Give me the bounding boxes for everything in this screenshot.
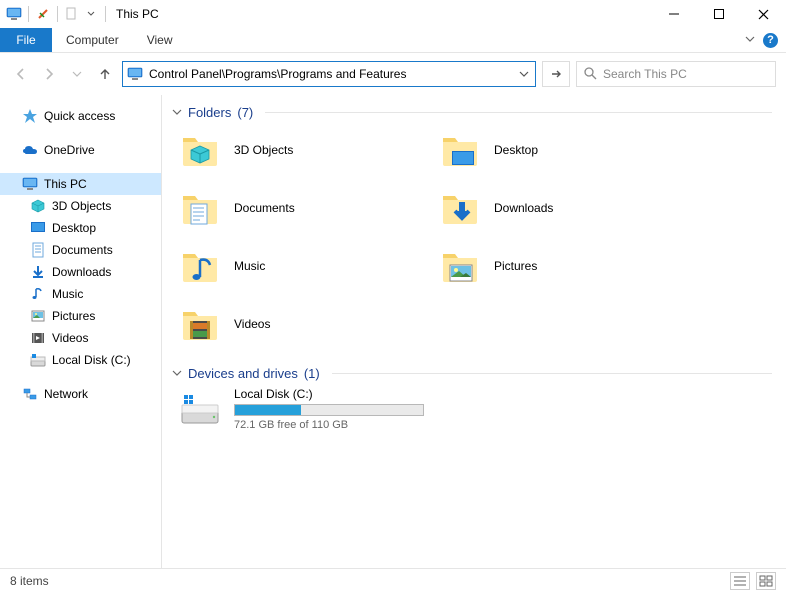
folder-3d-objects[interactable]: 3D Objects [178,126,438,174]
nav-downloads[interactable]: Downloads [0,261,161,283]
nav-this-pc[interactable]: This PC [0,173,161,195]
folder-icon [178,128,222,172]
up-button[interactable] [94,63,116,85]
pictures-icon [30,308,46,324]
quick-access-toolbar: This PC [0,6,159,22]
status-bar: 8 items [0,568,786,592]
maximize-button[interactable] [696,0,741,28]
group-header-folders[interactable]: Folders (7) [172,105,772,120]
large-icons-view-button[interactable] [756,572,776,590]
content-pane: Folders (7) 3D Objects Desktop [162,95,786,568]
downloads-icon [30,264,46,280]
recent-locations-button[interactable] [66,63,88,85]
folder-icon [438,128,482,172]
status-item-count: 8 items [10,574,49,588]
drive-icon [178,387,222,431]
drive-usage-bar [234,404,424,416]
videos-icon [30,330,46,346]
group-header-devices[interactable]: Devices and drives (1) [172,366,772,381]
chevron-down-icon [172,366,182,381]
nav-videos[interactable]: Videos [0,327,161,349]
search-box[interactable]: Search This PC [576,61,776,87]
go-refresh-button[interactable] [542,61,570,87]
folder-documents[interactable]: Documents [178,184,438,232]
main-area: Quick access OneDrive This PC 3D Objects… [0,95,786,568]
nav-onedrive[interactable]: OneDrive [0,139,161,161]
folder-icon [178,186,222,230]
nav-local-disk[interactable]: Local Disk (C:) [0,349,161,371]
nav-3d-objects[interactable]: 3D Objects [0,195,161,217]
address-text[interactable]: Control Panel\Programs\Programs and Feat… [147,67,513,81]
folder-icon [438,186,482,230]
details-view-button[interactable] [730,572,750,590]
quick-access-icon [22,108,38,124]
file-tab[interactable]: File [0,28,52,52]
qat-properties-icon[interactable] [35,6,51,22]
nav-desktop[interactable]: Desktop [0,217,161,239]
drive-local-disk-c[interactable]: Local Disk (C:) 72.1 GB free of 110 GB [178,387,772,431]
folder-desktop[interactable]: Desktop [438,126,698,174]
ribbon-expand-icon[interactable] [745,33,755,47]
back-button[interactable] [10,63,32,85]
search-icon [583,66,597,83]
minimize-button[interactable] [651,0,696,28]
drive-free-text: 72.1 GB free of 110 GB [234,419,424,431]
folder-icon [438,244,482,288]
address-row: Control Panel\Programs\Programs and Feat… [0,53,786,95]
window-controls [651,0,786,28]
nav-quick-access[interactable]: Quick access [0,105,161,127]
documents-icon [30,242,46,258]
help-button[interactable]: ? [763,33,778,48]
nav-pictures[interactable]: Pictures [0,305,161,327]
address-bar[interactable]: Control Panel\Programs\Programs and Feat… [122,61,536,87]
chevron-down-icon [172,105,182,120]
qat-dropdown-icon[interactable] [83,6,99,22]
this-pc-icon [6,6,22,22]
3d-objects-icon [30,198,46,214]
folders-grid: 3D Objects Desktop Documents [178,126,772,348]
folder-music[interactable]: Music [178,242,438,290]
view-tab[interactable]: View [133,28,187,52]
onedrive-icon [22,142,38,158]
desktop-icon [30,220,46,236]
drive-name: Local Disk (C:) [234,387,424,401]
address-icon [123,66,147,82]
navigation-pane: Quick access OneDrive This PC 3D Objects… [0,95,162,568]
drive-icon [30,352,46,368]
qat-new-icon[interactable] [64,6,80,22]
forward-button[interactable] [38,63,60,85]
nav-documents[interactable]: Documents [0,239,161,261]
folder-downloads[interactable]: Downloads [438,184,698,232]
computer-tab[interactable]: Computer [52,28,133,52]
drive-info: Local Disk (C:) 72.1 GB free of 110 GB [234,387,424,431]
folder-pictures[interactable]: Pictures [438,242,698,290]
this-pc-icon [22,176,38,192]
nav-network[interactable]: Network [0,383,161,405]
search-placeholder: Search This PC [603,67,687,81]
music-icon [30,286,46,302]
folder-icon [178,302,222,346]
close-button[interactable] [741,0,786,28]
folder-icon [178,244,222,288]
nav-music[interactable]: Music [0,283,161,305]
window-title: This PC [116,7,159,21]
ribbon-tabs: File Computer View ? [0,28,786,53]
address-dropdown-icon[interactable] [513,69,535,79]
folder-videos[interactable]: Videos [178,300,438,348]
title-bar: This PC [0,0,786,28]
network-icon [22,386,38,402]
